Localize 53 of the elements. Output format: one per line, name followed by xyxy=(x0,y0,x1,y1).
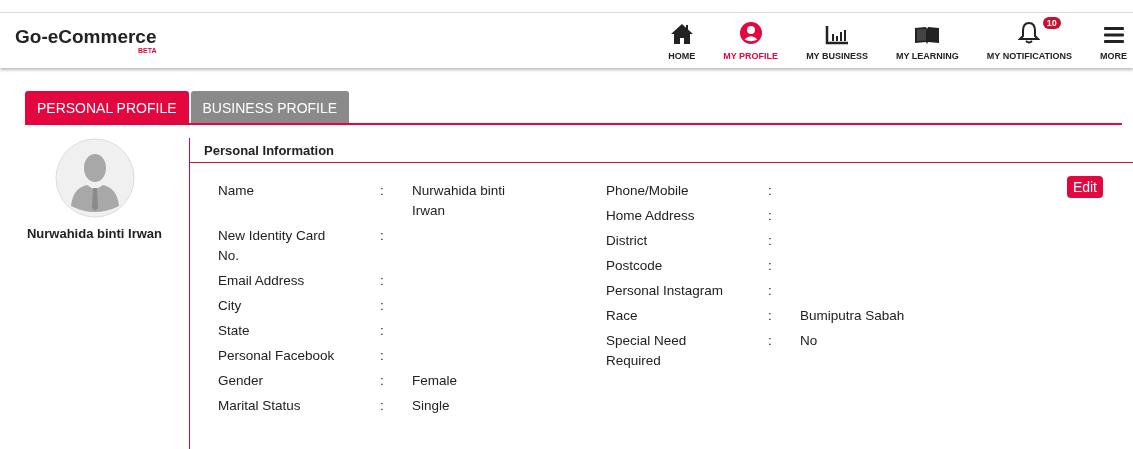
field-value: Bumiputra Sabah xyxy=(800,308,905,323)
colon: : xyxy=(768,233,772,248)
field-value: Single xyxy=(412,398,450,413)
field-label: Gender xyxy=(218,372,265,390)
colon: : xyxy=(768,308,772,323)
menu-icon xyxy=(1102,24,1125,45)
profile-name: Nurwahida binti Irwan xyxy=(26,226,163,241)
field-value: Nurwahida binti Irwan xyxy=(412,183,506,218)
section-title: Personal Information xyxy=(190,143,1133,163)
colon: : xyxy=(380,398,384,413)
field-label: Home Address xyxy=(606,207,696,225)
avatar-icon xyxy=(54,138,135,218)
bell-icon xyxy=(1018,20,1041,45)
edit-button[interactable]: Edit xyxy=(1066,176,1103,198)
colon: : xyxy=(380,348,384,363)
field-label: New Identity Card No. xyxy=(218,227,327,265)
home-icon xyxy=(669,22,694,45)
colon: : xyxy=(380,273,384,288)
field-label: Personal Instagram xyxy=(606,282,725,300)
logo[interactable]: Go-eCommerce xyxy=(15,27,157,47)
field-label: State xyxy=(218,322,251,340)
colon: : xyxy=(768,208,772,223)
nav-item[interactable]: MY PROFILE xyxy=(723,20,779,61)
bar-chart-icon xyxy=(825,24,850,45)
field-label: Personal Facebook xyxy=(218,347,336,365)
colon: : xyxy=(380,228,384,243)
field-value: No xyxy=(800,333,818,348)
field-label: Marital Status xyxy=(218,397,302,415)
profile-tab[interactable]: PERSONAL PROFILE xyxy=(25,91,189,123)
field-label: Name xyxy=(218,182,255,200)
nav-item[interactable]: MY LEARNING xyxy=(896,24,959,61)
colon: : xyxy=(768,333,772,348)
colon: : xyxy=(768,258,772,273)
field-label: Email Address xyxy=(218,272,306,290)
field-label: Special Need Required xyxy=(606,332,688,370)
nav-item[interactable]: MY BUSINESS xyxy=(806,24,868,61)
field-label: Race xyxy=(606,307,639,325)
field-value: Female xyxy=(412,373,457,388)
field-label: Phone/Mobile xyxy=(606,182,690,200)
nav-item[interactable]: MORE xyxy=(1100,24,1127,61)
field-label: District xyxy=(606,232,649,250)
colon: : xyxy=(768,283,772,298)
field-label: City xyxy=(218,297,243,315)
user-icon xyxy=(738,20,763,45)
notification-badge: 10 xyxy=(1042,16,1061,29)
colon: : xyxy=(380,183,384,198)
book-icon xyxy=(914,24,941,45)
colon: : xyxy=(380,323,384,338)
field-label: Postcode xyxy=(606,257,664,275)
nav-item[interactable]: HOME xyxy=(668,22,696,61)
colon: : xyxy=(380,298,384,313)
colon: : xyxy=(380,373,384,388)
colon: : xyxy=(768,183,772,198)
